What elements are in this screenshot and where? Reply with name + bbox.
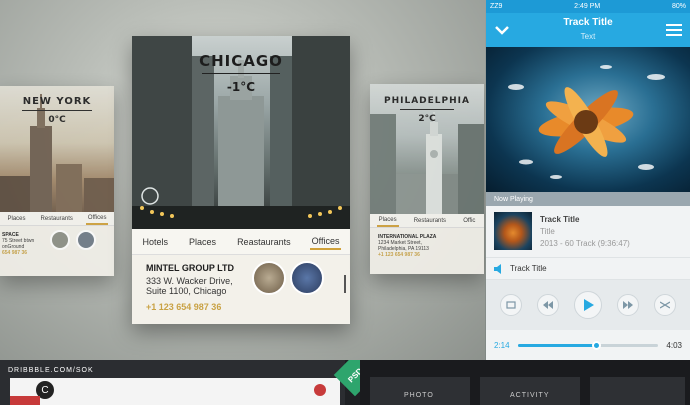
current-track-row[interactable]: Track Title	[486, 258, 690, 280]
flower-artwork	[508, 65, 665, 179]
phone-number[interactable]: 654 987 36	[2, 250, 112, 256]
city-cards-stage: NEW YORK 0°C Places Restaurants Offices …	[0, 0, 485, 360]
track-subtitle: Title	[540, 227, 555, 236]
office-photo-thumb[interactable]	[252, 261, 286, 295]
now-playing-label: Now Playing	[486, 192, 690, 206]
tab-restaurants[interactable]: Restaurants	[39, 214, 75, 224]
phone-number[interactable]: +1 123 654 987 36	[146, 302, 336, 312]
city-card-philadelphia[interactable]: PHILADELPHIA 2°C Places Restaurants Offi…	[370, 84, 484, 274]
office-info: SPACE 75 Street btwn onGround 654 987 36	[0, 226, 114, 262]
scrollbar[interactable]	[344, 275, 346, 293]
shuffle-icon	[660, 301, 671, 309]
temperature: 0°C	[48, 115, 66, 125]
remaining-time: 4:03	[666, 340, 682, 350]
activity-label: ACTIVITY	[510, 392, 550, 399]
extra-panel	[590, 377, 685, 405]
elapsed-time: 2:14	[494, 340, 510, 350]
playback-controls	[486, 280, 690, 330]
photo-label: PHOTO	[404, 392, 434, 399]
track-meta: Track Title Title 2013 - 60 Track (9:36:…	[540, 212, 630, 251]
battery-label: 80%	[671, 3, 686, 10]
divider	[400, 109, 454, 110]
shuffle-button[interactable]	[654, 294, 677, 316]
avatar[interactable]	[314, 384, 326, 396]
photo-panel	[370, 377, 470, 405]
carrier-label: ZZ9	[490, 3, 503, 10]
menu-icon[interactable]	[666, 23, 682, 37]
repeat-icon	[505, 301, 516, 309]
rewind-icon	[542, 301, 553, 309]
city-name: NEW YORK	[22, 96, 92, 107]
play-icon	[583, 299, 594, 311]
album-art	[486, 47, 690, 192]
phone-number[interactable]: +1 123 654 987 36	[378, 252, 476, 258]
fast-forward-button[interactable]	[617, 294, 640, 316]
progress-knob[interactable]	[592, 340, 602, 350]
player-header: Track Title Text	[486, 13, 690, 47]
rewind-button[interactable]	[536, 294, 559, 316]
tab-places[interactable]: Places	[376, 215, 399, 227]
tab-hotels[interactable]: Hotels	[141, 235, 171, 249]
city-tabs: Places Restaurants Offic	[370, 214, 484, 228]
track-details: 2013 - 60 Track (9:36:47)	[540, 239, 630, 248]
city-tabs: Hotels Places Reastaurants Offices	[132, 229, 350, 255]
tab-restaurants[interactable]: Restaurants	[412, 216, 448, 226]
tab-offices[interactable]: Offices	[85, 213, 109, 225]
city-card-chicago[interactable]: CHICAGO -1°C Hotels Places Reastaurants …	[132, 36, 350, 324]
status-bar: ZZ9 2:49 PM 80%	[486, 0, 690, 13]
header-title: Track Title	[563, 17, 613, 28]
fast-forward-icon	[623, 301, 634, 309]
divider	[22, 110, 92, 111]
red-banner	[10, 396, 40, 405]
city-tabs: Places Restaurants Offices	[0, 212, 114, 226]
city-card-new-york[interactable]: NEW YORK 0°C Places Restaurants Offices …	[0, 86, 114, 276]
music-player: ZZ9 2:49 PM 80% Track Title Text Now Pla…	[486, 0, 690, 360]
progress-slider[interactable]	[517, 340, 659, 350]
office-photo-thumb[interactable]	[290, 261, 324, 295]
city-name: PHILADELPHIA	[384, 96, 470, 106]
web-page-preview: C	[10, 378, 340, 405]
philadelphia-photo: PHILADELPHIA 2°C	[370, 84, 484, 214]
city-name: CHICAGO	[199, 52, 283, 70]
bottom-preview-strip: DRIBBBLE.COM/SOK C PSD PHOTO ACTIVITY	[0, 360, 690, 405]
tab-restaurants[interactable]: Reastaurants	[235, 235, 293, 249]
clock-label: 2:49 PM	[574, 3, 601, 10]
divider	[202, 73, 280, 74]
app-preview: PHOTO ACTIVITY	[360, 360, 690, 405]
temperature: 2°C	[418, 114, 436, 124]
office-photo-thumb[interactable]	[76, 230, 96, 250]
chicago-photo: CHICAGO -1°C	[132, 36, 350, 229]
track-info-row[interactable]: Track Title Title 2013 - 60 Track (9:36:…	[486, 206, 690, 258]
play-button[interactable]	[573, 291, 602, 319]
web-preview: DRIBBBLE.COM/SOK C	[0, 360, 345, 405]
office-photo-thumb[interactable]	[50, 230, 70, 250]
dribbble-label: DRIBBBLE.COM/SOK	[8, 367, 94, 374]
tab-offices[interactable]: Offices	[309, 234, 342, 250]
track-thumbnail	[494, 212, 532, 250]
current-track-title: Track Title	[510, 264, 547, 273]
speaker-icon	[494, 263, 501, 274]
office-info: MINTEL GROUP LTD 333 W. Wacker Drive, Su…	[132, 255, 350, 324]
temperature: -1°C	[226, 80, 256, 94]
header-subtitle: Text	[580, 32, 596, 41]
tab-places[interactable]: Places	[187, 235, 218, 249]
tab-places[interactable]: Places	[6, 214, 28, 224]
tab-offices[interactable]: Offic	[461, 216, 477, 226]
progress-fill	[517, 343, 597, 347]
track-title: Track Title	[540, 215, 580, 224]
progress-row: 2:14 4:03	[486, 330, 690, 360]
activity-panel	[480, 377, 580, 405]
new-york-photo: NEW YORK 0°C	[0, 86, 114, 212]
repeat-button[interactable]	[499, 294, 522, 316]
office-info: INTERNATIONAL PLAZA 1234 Market Street, …	[370, 228, 484, 264]
